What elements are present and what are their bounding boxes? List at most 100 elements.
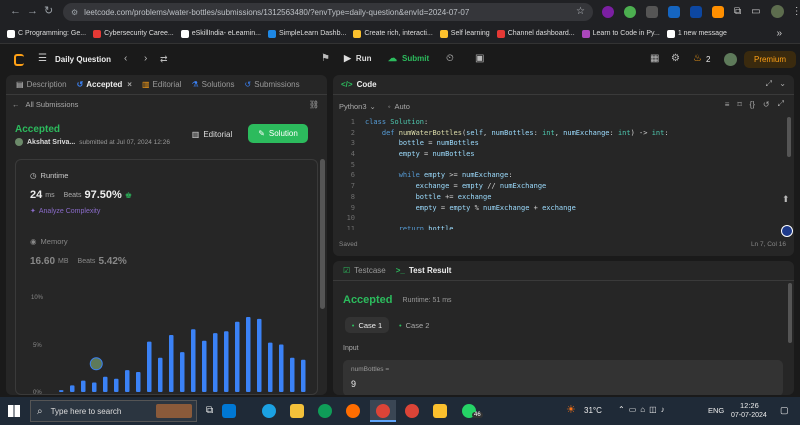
bookmark-item[interactable]: Channel dashboard... xyxy=(496,29,575,38)
case-2-tab[interactable]: • Case 2 xyxy=(399,317,429,333)
distribution-bar[interactable] xyxy=(59,390,64,392)
code-line[interactable]: 8 bottle += exchange xyxy=(333,192,773,203)
distribution-bar[interactable] xyxy=(246,316,251,392)
tab-solutions[interactable]: ⚗ Solutions xyxy=(191,80,234,89)
code-line[interactable]: 1 class Solution: xyxy=(333,117,773,128)
settings-gear-icon[interactable]: ⚙ xyxy=(671,53,680,64)
clock-time[interactable]: 12:26 xyxy=(740,401,759,410)
code-scrollbar[interactable] xyxy=(787,117,791,157)
bookmark-item[interactable]: Create rich, interacti... xyxy=(353,29,433,38)
leetcode-logo-icon[interactable] xyxy=(14,54,24,66)
analyze-complexity-link[interactable]: ✦ Analyze Complexity xyxy=(30,207,100,216)
chatbot-icon[interactable] xyxy=(781,225,793,237)
more-bookmarks-icon[interactable]: » xyxy=(776,28,782,39)
bookmark-icon[interactable]: ⌑ xyxy=(737,100,741,109)
editorial-button[interactable]: ▥ Editorial xyxy=(180,125,244,143)
problem-list-icon[interactable]: ☰ xyxy=(38,53,47,64)
code-line[interactable]: 5 xyxy=(333,160,773,171)
distribution-bar[interactable] xyxy=(92,382,97,393)
distribution-bar[interactable] xyxy=(70,385,75,392)
code-line[interactable]: 11 return bottle xyxy=(333,224,773,230)
sidebar-icon[interactable]: ▭ xyxy=(751,6,760,17)
site-info-icon[interactable]: ⚙ xyxy=(71,8,78,17)
code-area[interactable]: 1 class Solution: 2 def numWaterBottles(se… xyxy=(333,117,773,230)
windows-start-icon[interactable] xyxy=(8,405,20,417)
tab-description[interactable]: ▤ Description xyxy=(16,80,67,89)
code-line[interactable]: 10 xyxy=(333,213,773,224)
streak-fire-icon[interactable]: ♨ xyxy=(693,53,702,64)
back-icon[interactable]: ← xyxy=(10,5,21,17)
result-scrollbar[interactable] xyxy=(788,283,792,343)
distribution-bar[interactable] xyxy=(213,333,218,392)
bookmark-item[interactable]: eSkillIndia- eLearnin... xyxy=(180,29,261,38)
distribution-bar[interactable] xyxy=(301,359,306,392)
bookmark-item[interactable]: 1 new message xyxy=(666,29,727,38)
extension-icon[interactable] xyxy=(624,5,636,18)
language-indicator[interactable]: ENG xyxy=(708,406,724,415)
code-line[interactable]: 3 bottle = numBottles xyxy=(333,138,773,149)
chrome-icon[interactable] xyxy=(405,404,419,418)
clock-date[interactable]: 07-07-2024 xyxy=(731,412,767,419)
scroll-up-icon[interactable]: ⬆ xyxy=(782,194,790,205)
notes-icon[interactable]: ▣ xyxy=(475,53,484,64)
format-icon[interactable]: ≡ xyxy=(725,100,730,109)
bookmark-item[interactable]: Learn to Code in Py... xyxy=(581,29,660,38)
distribution-bar[interactable] xyxy=(202,340,207,392)
fullscreen-icon[interactable]: ⤢ xyxy=(778,99,784,109)
case-1-tab[interactable]: • Case 1 xyxy=(345,317,389,333)
bookmark-item[interactable]: Cybersecurity Caree... xyxy=(93,29,174,38)
distribution-bar[interactable] xyxy=(268,342,273,392)
tab-test-result[interactable]: >_ Test Result xyxy=(396,266,452,275)
prev-problem-icon[interactable]: ‹ xyxy=(124,53,127,64)
distribution-bar[interactable] xyxy=(191,329,196,392)
reset-icon[interactable]: ↺ xyxy=(763,100,770,109)
premium-button[interactable]: Premium xyxy=(744,51,796,68)
tab-submissions[interactable]: ↺ Submissions xyxy=(245,80,300,89)
distribution-bar[interactable] xyxy=(81,380,86,392)
tab-accepted[interactable]: ↺ Accepted × xyxy=(77,80,132,89)
distribution-bar[interactable] xyxy=(224,331,229,392)
notifications-icon[interactable]: ▢ xyxy=(780,405,789,416)
task-view-icon[interactable]: ⧉ xyxy=(206,405,213,416)
extension-icon[interactable] xyxy=(712,5,724,18)
menu-kebab-icon[interactable]: ⋮ xyxy=(792,6,800,17)
taskbar-search[interactable]: ⌕ Type here to search xyxy=(30,400,197,422)
link-icon[interactable]: ⛓ xyxy=(309,100,319,109)
reload-icon[interactable]: ↻ xyxy=(44,4,53,17)
tab-editorial[interactable]: ▥ Editorial xyxy=(142,80,181,89)
distribution-bar[interactable] xyxy=(290,357,295,392)
profile-avatar[interactable] xyxy=(770,5,784,18)
bookmark-item[interactable]: Self learning xyxy=(439,29,490,38)
edge-icon[interactable] xyxy=(318,404,332,418)
distribution-bar[interactable] xyxy=(147,341,152,392)
language-select[interactable]: Python3 xyxy=(339,102,367,111)
code-line[interactable]: 4 empty = numBottles xyxy=(333,149,773,160)
timer-icon[interactable]: ⏲ xyxy=(446,53,454,64)
user-avatar[interactable] xyxy=(724,53,737,66)
extension-icon[interactable] xyxy=(668,5,680,18)
weather-icon[interactable]: ☀ xyxy=(566,403,576,416)
extensions-puzzle-icon[interactable]: ⧉ xyxy=(734,6,741,17)
collapse-icon[interactable]: ⌄ xyxy=(779,79,786,88)
extension-icon[interactable] xyxy=(646,5,658,18)
all-submissions-link[interactable]: ← All Submissions xyxy=(12,100,78,109)
run-button[interactable]: ▶ Run xyxy=(344,53,371,64)
braces-icon[interactable]: {} xyxy=(750,100,755,109)
code-line[interactable]: 6 while empty >= numExchange: xyxy=(333,170,773,181)
distribution-bar[interactable] xyxy=(125,370,130,392)
extension-icon[interactable] xyxy=(690,5,702,18)
distribution-bar[interactable] xyxy=(136,372,141,392)
bookmark-star-icon[interactable]: ☆ xyxy=(576,6,585,17)
submit-button[interactable]: ☁ Submit xyxy=(388,53,429,64)
close-tab-icon[interactable]: × xyxy=(127,80,132,89)
code-line[interactable]: 2 def numWaterBottles(self, numBottles: … xyxy=(333,128,773,139)
distribution-bar[interactable] xyxy=(279,344,284,393)
distribution-bar[interactable] xyxy=(257,318,262,392)
distribution-bar[interactable] xyxy=(158,357,163,392)
bookmark-item[interactable]: C Programming: Ge... xyxy=(7,29,86,38)
distribution-bar[interactable] xyxy=(180,352,185,392)
sticky-notes-icon[interactable] xyxy=(433,404,447,418)
left-scrollbar[interactable] xyxy=(320,159,325,309)
distribution-bar[interactable] xyxy=(114,378,119,392)
forward-icon[interactable]: → xyxy=(27,5,38,17)
